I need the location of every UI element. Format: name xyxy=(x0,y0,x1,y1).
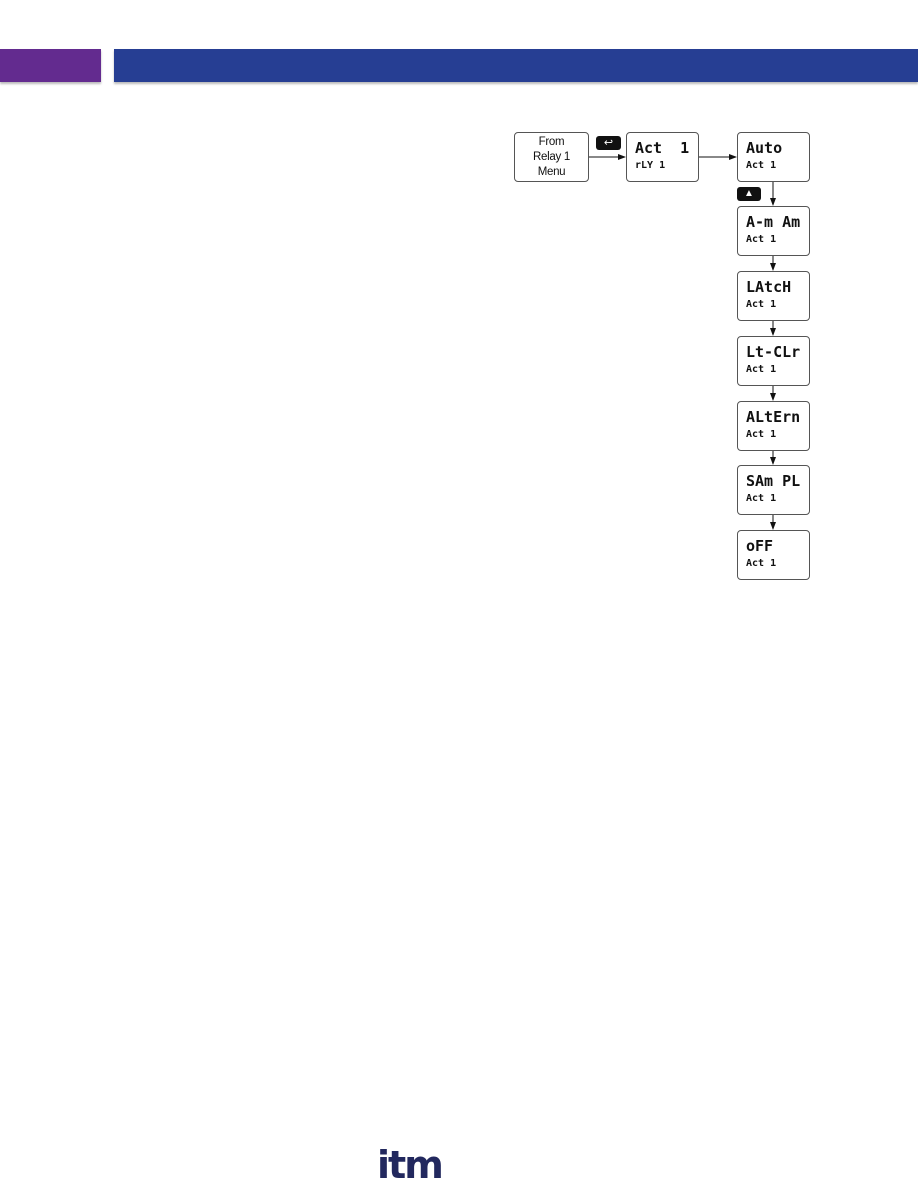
option-alternate: ALtErn Act 1 xyxy=(737,401,810,451)
display-top: Act 1 xyxy=(635,139,690,157)
from-label: From xyxy=(538,136,565,148)
up-key: ▲ xyxy=(737,187,761,201)
option-latch-clear: Lt-CLr Act 1 xyxy=(737,336,810,386)
enter-key: ↩ xyxy=(596,136,621,150)
display-bottom: Act 1 xyxy=(746,493,777,504)
option-latch: LAtcH Act 1 xyxy=(737,271,810,321)
display-top: ALtErn xyxy=(746,408,801,426)
display-top: oFF xyxy=(746,537,774,555)
option-auto: Auto Act 1 xyxy=(737,132,810,182)
display-bottom: Act 1 xyxy=(746,299,777,310)
from-label: Relay 1 xyxy=(533,151,570,163)
display-bottom: Act 1 xyxy=(746,429,777,440)
up-arrow-icon: ▲ xyxy=(744,188,754,199)
display-bottom: rLY 1 xyxy=(635,160,666,171)
display-bottom: Act 1 xyxy=(746,364,777,375)
from-relay-menu-box: From Relay 1 Menu xyxy=(514,132,589,182)
display-top: SAm PL xyxy=(746,472,801,490)
from-label: Menu xyxy=(537,166,566,178)
display-top: LAtcH xyxy=(746,278,792,296)
itm-logo: itm xyxy=(377,1143,444,1187)
display-bottom: Act 1 xyxy=(746,558,777,569)
option-sample: SAm PL Act 1 xyxy=(737,465,810,515)
act-display-box: Act 1 rLY 1 xyxy=(626,132,699,182)
enter-icon: ↩ xyxy=(603,137,614,149)
option-manual: A-m Am Act 1 xyxy=(737,206,810,256)
option-off: oFF Act 1 xyxy=(737,530,810,580)
display-top: Lt-CLr xyxy=(746,343,801,361)
display-bottom: Act 1 xyxy=(746,234,777,245)
display-top: A-m Am xyxy=(746,213,801,231)
display-top: Auto xyxy=(746,139,783,157)
display-bottom: Act 1 xyxy=(746,160,777,171)
